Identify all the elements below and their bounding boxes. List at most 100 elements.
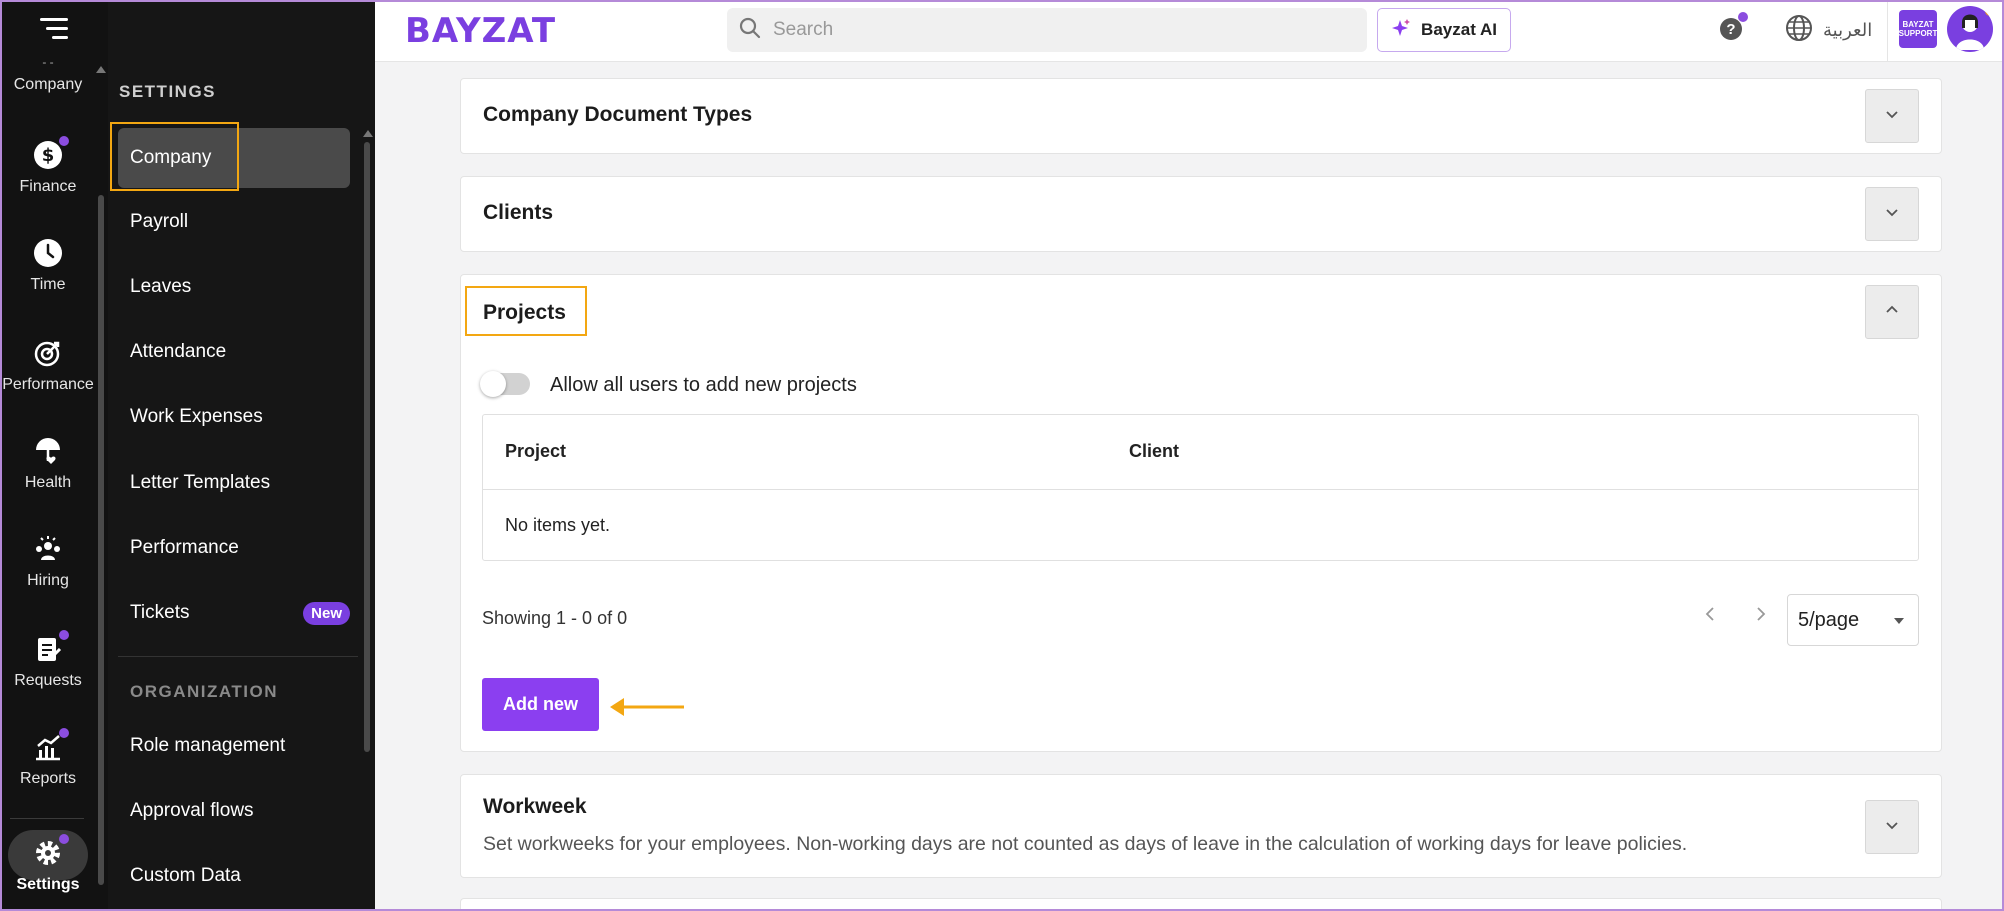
sidebar-item-label: Letter Templates — [130, 472, 271, 493]
scroll-up-icon[interactable] — [363, 130, 373, 137]
sidebar-item-attendance[interactable]: Attendance — [118, 322, 350, 382]
rail-item-label: Finance — [19, 178, 77, 195]
rail-item-health[interactable]: Health — [0, 436, 96, 492]
toggle-knob — [480, 371, 506, 397]
dash-icon: - - — [42, 55, 54, 69]
expand-button[interactable] — [1865, 187, 1919, 241]
bayzat-ai-button[interactable]: Bayzat AI — [1377, 8, 1511, 52]
clipboard-icon — [33, 630, 69, 664]
rail-item-time[interactable]: Time — [0, 238, 96, 294]
sidebar-item-label: Work Expenses — [130, 406, 263, 427]
rail-item-hiring[interactable]: Hiring — [0, 534, 96, 590]
section-title: Clients — [483, 201, 554, 224]
empty-state: No items yet. — [505, 515, 611, 535]
highlight-box-projects — [465, 286, 587, 336]
rail-item-label: Health — [24, 474, 72, 491]
sidebar-item-custom-data[interactable]: Custom Data — [118, 846, 350, 906]
umbrella-heart-icon — [33, 436, 63, 466]
add-new-button[interactable]: Add new — [482, 678, 599, 731]
target-icon — [33, 338, 63, 368]
new-badge: New — [303, 601, 350, 625]
rail-item-label: Time — [30, 276, 66, 293]
chevron-up-icon — [1884, 302, 1900, 323]
language-label: العربية — [1823, 20, 1873, 41]
sidebar-item-work-expenses[interactable]: Work Expenses — [118, 387, 350, 447]
pagination-summary: Showing 1 - 0 of 0 — [482, 608, 628, 628]
allow-users-toggle[interactable] — [480, 371, 530, 397]
chart-icon — [33, 728, 69, 762]
search-input[interactable] — [773, 19, 1333, 41]
avatar[interactable] — [1947, 6, 1993, 52]
section-company-document-types[interactable]: Company Document Types — [460, 78, 1942, 154]
sidebar-item-role-management[interactable]: Role management — [118, 716, 350, 776]
toggle-label: Allow all users to add new projects — [550, 374, 857, 396]
sidebar-scrollbar[interactable] — [364, 142, 370, 752]
clock-icon — [33, 238, 63, 268]
sidebar-item-letter-templates[interactable]: Letter Templates — [118, 453, 350, 513]
arrow-left-icon — [604, 694, 686, 725]
help-icon[interactable]: ? — [1720, 12, 1748, 40]
sidebar-item-leaves[interactable]: Leaves — [118, 257, 350, 317]
column-header-project[interactable]: Project — [505, 441, 566, 462]
expand-button[interactable] — [1865, 800, 1919, 854]
sidebar-item-label: Role management — [130, 735, 286, 756]
sidebar-item-performance[interactable]: Performance — [118, 518, 350, 578]
bayzat-logo[interactable]: BAYZAT — [405, 11, 556, 51]
topbar-divider — [1887, 0, 1888, 62]
sidebar-item-tickets[interactable]: Tickets New — [118, 583, 350, 643]
rail-item-label: Reports — [19, 770, 77, 787]
page-size-select[interactable]: 5/page — [1787, 594, 1919, 646]
rail-item-requests[interactable]: Requests — [0, 630, 96, 690]
people-icon — [33, 534, 63, 564]
sidebar-item-label: Leaves — [130, 276, 192, 297]
expand-button[interactable] — [1865, 89, 1919, 143]
projects-table: Project Client No items yet. — [482, 414, 1919, 561]
company-logo[interactable]: BAYZAT SUPPORT — [1899, 10, 1937, 48]
help-glyph: ? — [1726, 20, 1736, 38]
sidebar-item-label: Custom Data — [130, 865, 241, 886]
sidebar-item-label: Approval flows — [130, 800, 254, 821]
rail-item-label: Hiring — [27, 572, 69, 589]
menu-icon[interactable] — [40, 18, 68, 45]
rail-item-company[interactable]: - - Company — [0, 55, 96, 94]
organization-heading: ORGANIZATION — [130, 682, 279, 701]
section-clients[interactable]: Clients — [460, 176, 1942, 252]
rail-item-label: Requests — [14, 672, 82, 689]
page-size-value: 5/page — [1798, 608, 1860, 631]
next-page-button[interactable] — [1751, 604, 1771, 628]
chevron-down-icon — [1884, 817, 1900, 838]
globe-icon — [1785, 14, 1813, 47]
table-header: Project Client — [483, 415, 1918, 490]
column-header-client[interactable]: Client — [1129, 441, 1179, 462]
language-switcher[interactable]: العربية — [1785, 14, 1872, 47]
rail-scrollbar[interactable] — [98, 195, 104, 885]
rail-item-finance[interactable]: $ Finance — [0, 136, 96, 196]
section-next-partial — [460, 898, 1942, 911]
sidebar-item-approval-flows[interactable]: Approval flows — [118, 781, 350, 841]
rail-divider — [10, 818, 84, 819]
top-bar: BAYZAT Bayzat AI ? العربية BAYZAT SUPPOR… — [375, 0, 2004, 62]
rail-item-reports[interactable]: Reports — [0, 728, 96, 788]
sidebar-item-label: Payroll — [130, 211, 189, 232]
collapse-button[interactable] — [1865, 285, 1919, 339]
gear-icon — [33, 834, 69, 868]
search-bar[interactable] — [727, 8, 1367, 52]
sparkle-icon — [1391, 18, 1411, 43]
scroll-up-icon[interactable] — [96, 66, 106, 73]
chevron-down-icon — [1884, 204, 1900, 225]
dollar-icon: $ — [33, 136, 69, 170]
rail-item-label: Performance — [2, 376, 94, 393]
rail-item-label: Settings — [16, 876, 80, 893]
ai-button-label: Bayzat AI — [1421, 20, 1497, 39]
icon-rail: - - Company $ Finance Time Performance H… — [0, 0, 108, 911]
section-workweek[interactable]: Workweek Set workweeks for your employee… — [460, 774, 1942, 878]
sidebar-item-payroll[interactable]: Payroll — [118, 192, 350, 252]
rail-item-performance[interactable]: Performance — [0, 338, 96, 394]
section-title: Workweek — [483, 795, 587, 818]
sidebar-divider — [118, 656, 358, 657]
highlight-box-company — [110, 122, 239, 191]
chevron-left-icon — [1704, 606, 1716, 627]
rail-item-settings[interactable]: Settings — [0, 834, 96, 894]
section-title: Company Document Types — [483, 103, 753, 126]
prev-page-button[interactable] — [1700, 604, 1720, 628]
